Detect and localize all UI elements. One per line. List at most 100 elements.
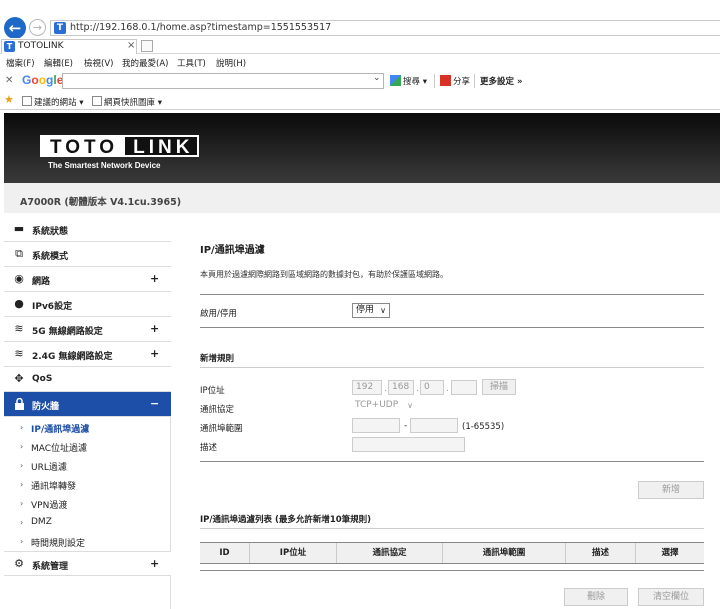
ip-octet-2[interactable]: 168 [388, 380, 414, 395]
sidebar-sub-label: 通訊埠轉發 [31, 482, 77, 492]
browser-tab[interactable]: T TOTOLINK × [1, 39, 137, 54]
menu-view[interactable]: 檢視(V) [84, 57, 113, 69]
qos-icon: ✥ [14, 372, 24, 385]
page-title: IP/通訊埠過濾 [200, 245, 265, 256]
model-version: A7000R (韌體版本 V4.1cu.3965) [20, 197, 182, 208]
sidebar-item-qos[interactable]: ✥ QoS [4, 367, 171, 392]
google-logo: Google [22, 73, 64, 87]
col-port-range: 通訊埠範圍 [443, 543, 566, 563]
ip-octet-3[interactable]: 0 [420, 380, 444, 395]
sidebar-item-label: 系統狀態 [32, 227, 69, 237]
sidebar-item-ipv6[interactable]: ● IPv6設定 [4, 292, 171, 317]
sidebar: ▬ 系統狀態 ⧉ 系統模式 ◉ 網路 + ● IPv6設定 ≋ 5G 無線網路設… [4, 217, 171, 609]
protocol-select[interactable]: TCP+UDP ∨ [352, 399, 416, 414]
menu-bar: 檔案(F) 編輯(E) 檢視(V) 我的最愛(A) 工具(T) 說明(H) [0, 55, 720, 70]
ip-dot: . [416, 384, 419, 394]
sidebar-item-label: 2.4G 無線網路設定 [32, 352, 113, 362]
enable-label: 啟用/停用 [200, 309, 237, 319]
logo-toto-text: TOTO [40, 135, 126, 158]
gear-icon: ⚙ [14, 557, 24, 570]
sidebar-item-label: 系統模式 [32, 252, 69, 262]
collapse-icon[interactable]: − [150, 397, 159, 410]
tab-strip: T TOTOLINK × [0, 38, 720, 54]
delete-button[interactable]: 刪除 [564, 588, 628, 606]
model-bar: A7000R (韌體版本 V4.1cu.3965) [4, 183, 720, 213]
bullet-icon: › [20, 518, 24, 527]
sidebar-sub-label: IP/通訊埠過濾 [31, 425, 90, 435]
sidebar-item-mode[interactable]: ⧉ 系統模式 [4, 242, 171, 267]
divider [200, 570, 704, 571]
sidebar-sub-mac-filter[interactable]: › MAC位址過濾 [4, 437, 171, 456]
main-content: IP/通訊埠過濾 本頁用於過濾網際網路到區域網路的數據封包，有助於保護區域網路。… [172, 217, 720, 609]
expand-icon[interactable]: + [150, 272, 159, 285]
enable-select[interactable]: 停用 ∨ [352, 303, 390, 318]
ipv6-icon: ● [14, 297, 24, 310]
expand-icon[interactable]: + [150, 347, 159, 360]
sidebar-sub-dmz[interactable]: › DMZ [4, 513, 171, 532]
close-toolbar-icon[interactable]: ✕ [5, 75, 13, 86]
ip-octet-1[interactable]: 192 [352, 380, 382, 395]
port-start-input[interactable] [352, 418, 400, 433]
logo-link-text: LINK [125, 135, 200, 158]
sidebar-item-label: IPv6設定 [32, 302, 73, 312]
mode-icon: ⧉ [15, 247, 23, 260]
new-rule-heading: 新增規則 [200, 354, 235, 364]
scan-button[interactable]: 掃描 [482, 379, 516, 395]
wifi-icon: ≋ [14, 347, 24, 360]
favorites-star-icon[interactable]: ★ [4, 93, 14, 106]
ip-octet-4[interactable] [451, 380, 477, 395]
more-settings-button[interactable]: 更多設定 » [480, 75, 522, 87]
back-button[interactable]: ← [4, 17, 26, 39]
sidebar-item-firewall[interactable]: 防火牆 − [4, 392, 171, 417]
clear-button[interactable]: 清空欄位 [638, 588, 704, 606]
page-icon [92, 96, 102, 106]
sidebar-sub-url-filter[interactable]: › URL過濾 [4, 456, 171, 475]
site-favicon-icon: T [54, 22, 66, 34]
tab-close-icon[interactable]: × [127, 40, 135, 51]
menu-tools[interactable]: 工具(T) [177, 57, 206, 69]
sidebar-sub-port-forward[interactable]: › 通訊埠轉發 [4, 475, 171, 494]
sidebar-sub-label: MAC位址過濾 [31, 444, 88, 454]
expand-icon[interactable]: + [150, 322, 159, 335]
ip-dot: . [384, 384, 387, 394]
sidebar-item-wireless-24g[interactable]: ≋ 2.4G 無線網路設定 + [4, 342, 171, 367]
menu-file[interactable]: 檔案(F) [6, 57, 35, 69]
new-tab-button[interactable] [141, 40, 153, 52]
google-share-button[interactable]: 分享 [440, 75, 470, 87]
chevron-down-icon[interactable]: ⌄ [373, 73, 381, 83]
col-select: 選擇 [661, 548, 679, 558]
google-search-input[interactable] [62, 73, 384, 89]
col-ip: IP位址 [250, 543, 337, 563]
protocol-label: 通訊協定 [200, 405, 235, 415]
sidebar-sub-ip-port-filter[interactable]: › IP/通訊埠過濾 [4, 418, 171, 437]
page-icon [22, 96, 32, 106]
sidebar-sub-schedule[interactable]: › 時間規則設定 [4, 532, 171, 551]
sidebar-item-status[interactable]: ▬ 系統狀態 [4, 217, 171, 242]
url-field[interactable]: T http://192.168.0.1/home.asp?timestamp=… [50, 20, 720, 36]
google-search-button[interactable]: 搜尋 ▾ [390, 75, 427, 87]
chevron-down-icon: ∨ [380, 306, 386, 315]
divider [200, 528, 704, 529]
sidebar-sub-vpn[interactable]: › VPN過渡 [4, 494, 171, 513]
router-page: TOTO LINK The Smartest Network Device A7… [4, 113, 720, 609]
port-end-input[interactable] [410, 418, 458, 433]
divider [200, 294, 704, 295]
sidebar-item-wireless-5g[interactable]: ≋ 5G 無線網路設定 + [4, 317, 171, 342]
sidebar-item-management[interactable]: ⚙ 系統管理 + [4, 551, 171, 576]
menu-favorites[interactable]: 我的最愛(A) [122, 57, 168, 69]
menu-edit[interactable]: 編輯(E) [44, 57, 73, 69]
bullet-icon: › [20, 499, 24, 508]
divider [200, 327, 704, 328]
ip-dot: . [446, 384, 449, 394]
sidebar-item-network[interactable]: ◉ 網路 + [4, 267, 171, 292]
expand-icon[interactable]: + [150, 557, 159, 570]
menu-help[interactable]: 說明(H) [216, 57, 246, 69]
forward-button[interactable]: → [29, 19, 46, 36]
col-id: ID [200, 543, 250, 563]
fav-web-slice[interactable]: 網頁快訊圖庫 ▾ [92, 96, 162, 108]
fav-suggested-sites[interactable]: 建議的網站 ▾ [22, 96, 83, 108]
address-bar: ← → T http://192.168.0.1/home.asp?timest… [0, 0, 720, 39]
description-input[interactable] [352, 437, 465, 452]
page-header: TOTO LINK The Smartest Network Device [4, 113, 720, 183]
add-button[interactable]: 新增 [638, 481, 704, 499]
